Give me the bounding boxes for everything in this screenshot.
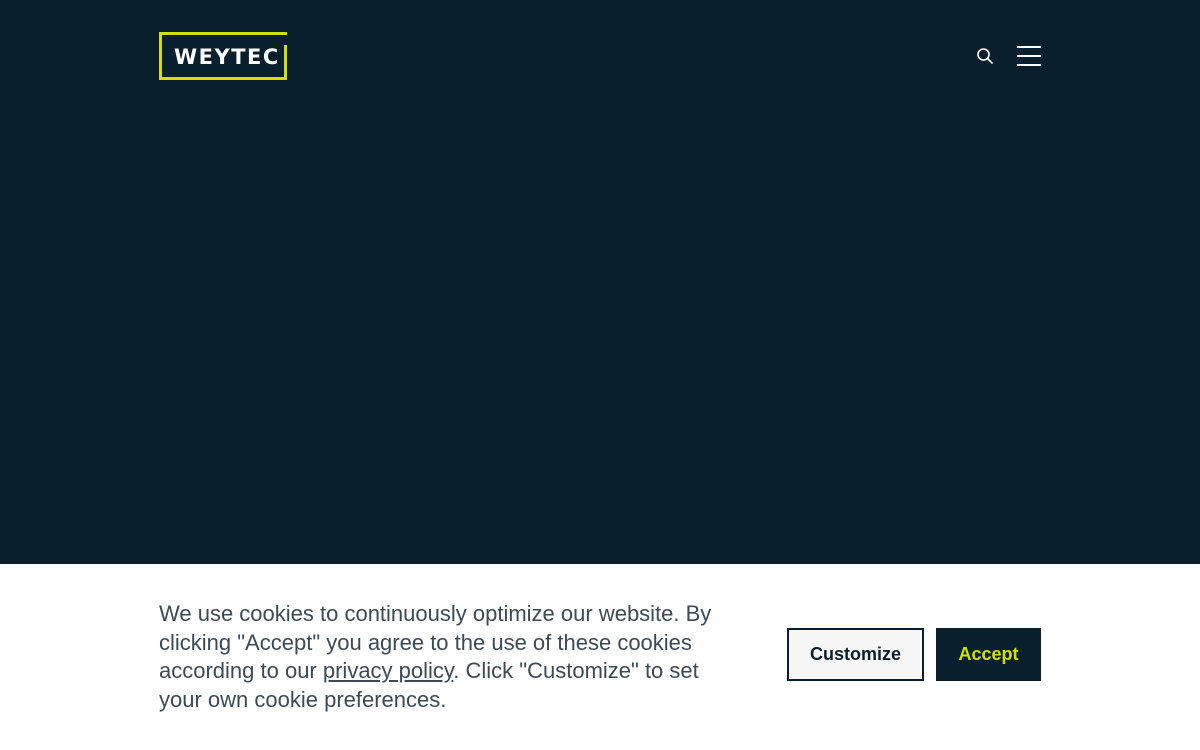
logo-text: WEYTEC	[174, 45, 280, 69]
menu-bar-bottom	[1017, 64, 1041, 66]
privacy-policy-link[interactable]: privacy policy	[323, 658, 453, 683]
hamburger-menu-icon[interactable]	[1017, 45, 1041, 66]
accept-button[interactable]: Accept	[936, 628, 1041, 681]
customize-button[interactable]: Customize	[787, 628, 924, 681]
cookie-banner: We use cookies to continuously optimize …	[0, 564, 1200, 750]
cookie-message: We use cookies to continuously optimize …	[159, 600, 739, 714]
menu-bar-middle	[1017, 55, 1041, 57]
weytec-logo[interactable]: WEYTEC	[159, 32, 287, 80]
search-icon[interactable]	[976, 47, 994, 65]
menu-bar-top	[1017, 46, 1041, 48]
site-header: WEYTEC	[0, 0, 1200, 112]
